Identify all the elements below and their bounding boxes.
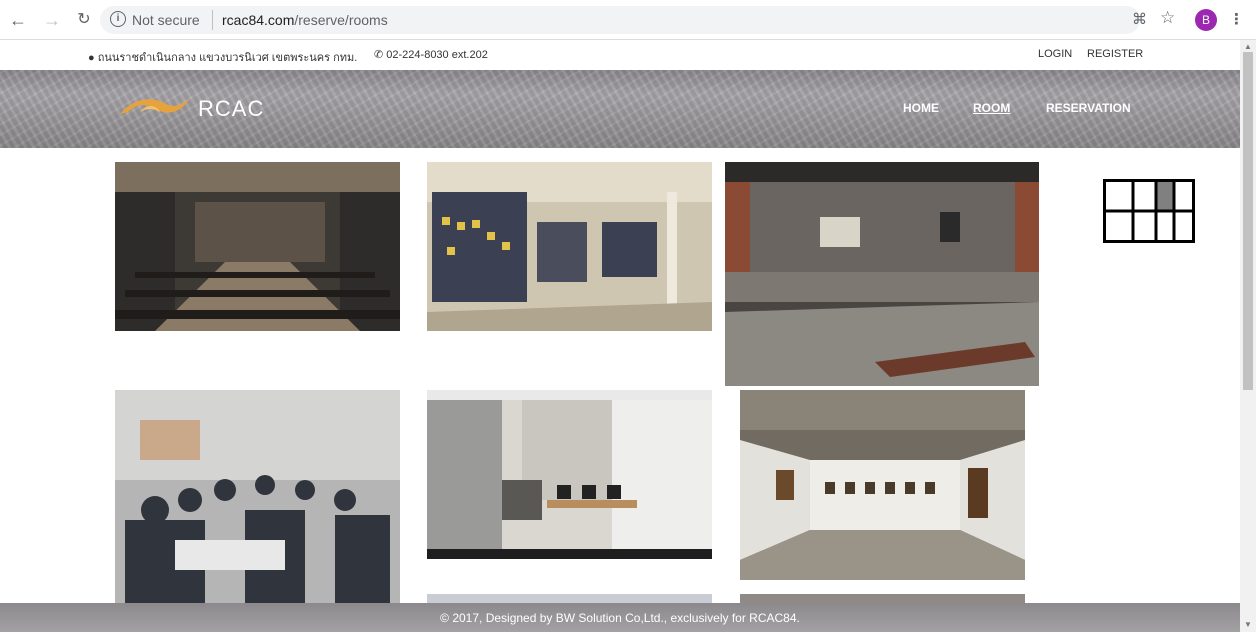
- address-bar[interactable]: i Not secure rcac84.com/reserve/rooms: [100, 6, 1140, 34]
- address-line: ● ถนนราชดำเนินกลาง แขวงบวรนิเวศ เขตพระนค…: [88, 48, 357, 66]
- site-header: RCAC HOME ROOM RESERVATION: [0, 70, 1240, 148]
- room-photo-white-gallery[interactable]: [740, 390, 1025, 580]
- scroll-down-icon[interactable]: ▼: [1244, 620, 1252, 629]
- browser-toolbar: ← → ↻ i Not secure rcac84.com/reserve/ro…: [0, 0, 1256, 40]
- room-photo-image: [740, 390, 1025, 580]
- page-scrollbar[interactable]: ▲ ▼: [1240, 40, 1256, 632]
- rcac-logo-icon[interactable]: [118, 94, 192, 118]
- forward-icon[interactable]: →: [42, 10, 62, 30]
- phone-text: 02-224-8030 ext.202: [386, 49, 488, 61]
- address-text: ถนนราชดำเนินกลาง แขวงบวรนิเวศ เขตพระนคร …: [97, 52, 358, 64]
- room-photo-workshop[interactable]: [115, 390, 400, 603]
- scroll-up-icon[interactable]: ▲: [1244, 42, 1252, 51]
- room-photo-auditorium[interactable]: [115, 162, 400, 331]
- url-host: rcac84.com: [222, 12, 295, 28]
- nav-room[interactable]: ROOM: [973, 101, 1010, 115]
- avatar[interactable]: B: [1195, 9, 1217, 31]
- security-label: Not secure: [132, 12, 200, 28]
- footer-copyright: © 2017, Designed by BW Solution Co,Ltd.,…: [440, 611, 800, 625]
- scrollbar-thumb[interactable]: [1243, 52, 1253, 390]
- menu-dots-icon[interactable]: ⋮: [1229, 10, 1244, 28]
- room-photo-partial[interactable]: [427, 594, 712, 603]
- login-link[interactable]: LOGIN: [1038, 48, 1072, 60]
- location-pin-icon: ●: [88, 52, 98, 64]
- back-icon[interactable]: ←: [8, 10, 28, 30]
- room-photo-image: [427, 390, 712, 559]
- room-photo-image: [725, 162, 1039, 386]
- contact-bar: ● ถนนราชดำเนินกลาง แขวงบวรนิเวศ เขตพระนค…: [0, 40, 1240, 70]
- register-link[interactable]: REGISTER: [1087, 48, 1143, 60]
- room-photo-partial[interactable]: [740, 594, 1025, 603]
- divider: [212, 10, 213, 30]
- translate-icon[interactable]: ⌘: [1132, 10, 1147, 28]
- info-icon[interactable]: i: [110, 11, 126, 27]
- room-photo-computer-room[interactable]: [427, 390, 712, 559]
- phone-line: ✆ 02-224-8030 ext.202: [374, 48, 488, 61]
- site-brand[interactable]: RCAC: [198, 96, 264, 122]
- room-photo-image: [427, 162, 712, 331]
- nav-home[interactable]: HOME: [903, 101, 939, 115]
- room-photo-image: [115, 162, 400, 331]
- nav-reservation[interactable]: RESERVATION: [1046, 101, 1131, 115]
- url-path: /reserve/rooms: [294, 12, 388, 28]
- floor-plan-icon[interactable]: [1103, 179, 1195, 243]
- site-footer: © 2017, Designed by BW Solution Co,Ltd.,…: [0, 603, 1240, 632]
- bookmark-star-icon[interactable]: ☆: [1160, 8, 1175, 28]
- phone-icon: ✆: [374, 49, 387, 61]
- room-photo-image: [115, 390, 400, 603]
- reload-icon[interactable]: ↻: [74, 10, 94, 30]
- room-photo-stage-exhibition[interactable]: [725, 162, 1039, 386]
- url-text[interactable]: rcac84.com/reserve/rooms: [222, 12, 388, 28]
- room-photo-panorama-gallery[interactable]: [427, 162, 712, 331]
